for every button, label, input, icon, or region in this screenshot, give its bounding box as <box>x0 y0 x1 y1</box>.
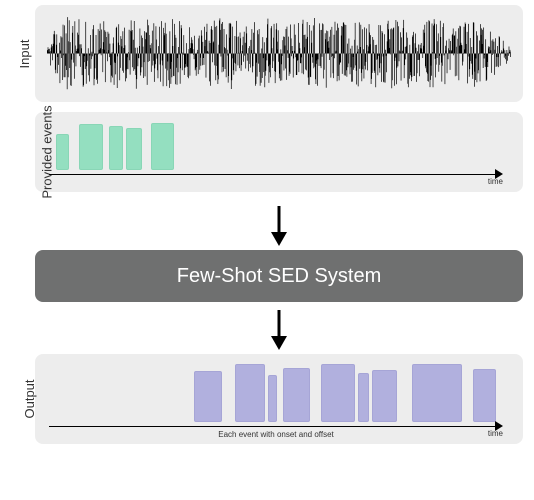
provided-events-track <box>49 120 503 170</box>
provided-event-block <box>109 126 124 170</box>
axis-time-label: time <box>488 177 503 186</box>
provided-events-panel: Provided events time <box>35 112 523 192</box>
output-event-block <box>473 369 496 422</box>
output-event-block <box>372 370 397 422</box>
output-event-block <box>321 364 355 422</box>
few-shot-sed-diagram: Input Provided events time Few-Shot SED … <box>35 5 523 454</box>
output-event-block <box>283 368 310 422</box>
output-label: Output <box>22 379 37 418</box>
waveform-svg <box>47 11 511 96</box>
provided-events-axis: time <box>49 168 503 182</box>
output-events-track <box>49 362 503 422</box>
axis-line <box>49 174 495 175</box>
input-panel: Input <box>35 5 523 102</box>
flow-arrow-bottom <box>35 306 523 354</box>
axis-line <box>49 426 495 427</box>
waveform-path <box>47 17 511 89</box>
output-axis-caption: Each event with onset and offset <box>49 430 503 439</box>
arrow-down-icon <box>264 308 294 352</box>
system-title: Few-Shot SED System <box>177 265 382 288</box>
output-event-block <box>194 371 221 422</box>
output-axis: time Each event with onset and offset <box>49 420 503 434</box>
input-label: Input <box>17 39 32 68</box>
output-event-block <box>412 364 462 422</box>
output-event-block <box>358 373 369 422</box>
audio-waveform <box>47 11 511 96</box>
arrow-down-icon <box>264 204 294 248</box>
provided-event-block <box>151 123 174 171</box>
output-event-block <box>235 364 265 422</box>
provided-event-block <box>126 128 141 171</box>
flow-arrow-top <box>35 202 523 250</box>
provided-event-block <box>56 134 70 170</box>
output-event-block <box>268 375 277 422</box>
provided-event-block <box>79 124 104 170</box>
output-panel: Output time Each event with onset and of… <box>35 354 523 444</box>
system-box: Few-Shot SED System <box>35 250 523 302</box>
